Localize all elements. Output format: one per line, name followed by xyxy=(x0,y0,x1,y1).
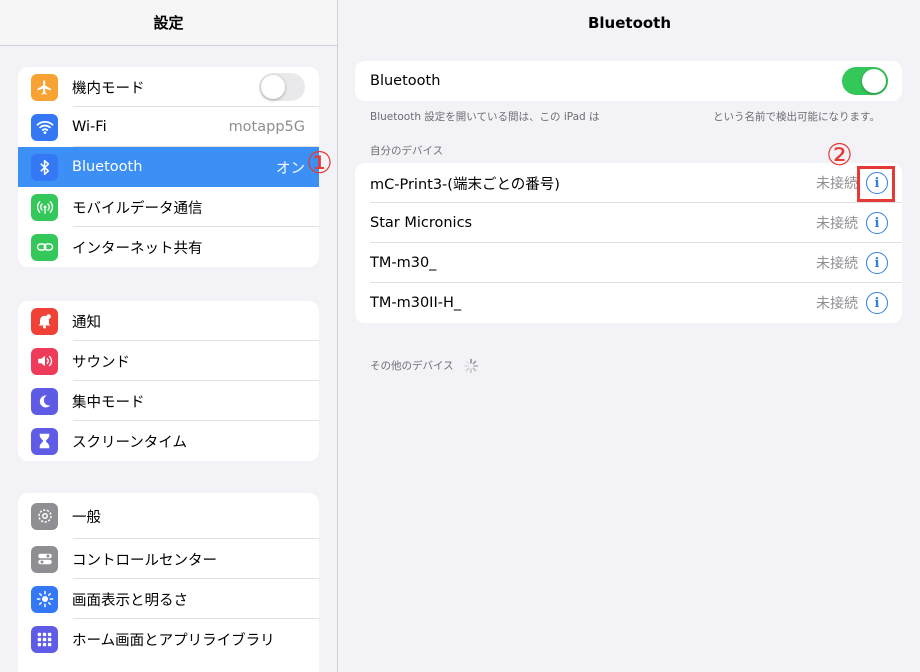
sidebar-item-label: スクリーンタイム xyxy=(72,434,187,451)
moon-icon xyxy=(31,387,58,415)
bluetooth-toggle[interactable] xyxy=(842,67,888,95)
bluetooth-toggle-row: Bluetooth xyxy=(355,61,902,101)
device-row[interactable]: TM-m30II-H_ 未接続 i xyxy=(355,283,902,323)
sidebar-item-label: 一般 xyxy=(72,509,101,526)
device-status: 未接続 xyxy=(816,296,858,312)
switches-icon xyxy=(31,545,58,573)
gear-icon xyxy=(31,502,58,530)
device-name: mC-Print3-(端末ごとの番号) xyxy=(370,176,560,193)
sidebar-item-wifi[interactable]: Wi-Fi motapp5G xyxy=(18,107,319,147)
my-devices-list: mC-Print3-(端末ごとの番号) 未接続 i Star Micronics… xyxy=(355,163,902,323)
sidebar-item-sounds[interactable]: サウンド xyxy=(18,341,319,381)
grid-icon xyxy=(31,625,58,653)
device-name: Star Micronics xyxy=(370,215,473,231)
wifi-network-name: motapp5G xyxy=(228,119,305,135)
device-status: 未接続 xyxy=(816,256,858,272)
sidebar-item-personal-hotspot[interactable]: インターネット共有 xyxy=(18,227,319,267)
cellular-icon xyxy=(31,193,58,221)
airplane-mode-toggle[interactable] xyxy=(259,73,305,101)
sidebar-item-airplane-mode[interactable]: 機内モード xyxy=(18,67,319,107)
info-icon[interactable]: i xyxy=(866,212,888,234)
sidebar-group-notifications: 通知 サウンド 集中モード スクリーンタイム xyxy=(18,301,319,461)
sidebar-item-control-center[interactable]: コントロールセンター xyxy=(18,539,319,579)
sidebar-item-cellular[interactable]: モバイルデータ通信 xyxy=(18,187,319,227)
device-status: 未接続 xyxy=(816,216,858,232)
sidebar-group-connectivity: 機内モード Wi-Fi motapp5G Bluetooth オン モバイルデー… xyxy=(18,67,319,267)
info-icon[interactable]: i xyxy=(866,252,888,274)
device-row[interactable]: mC-Print3-(端末ごとの番号) 未接続 i xyxy=(355,163,902,203)
sidebar-item-label: モバイルデータ通信 xyxy=(72,200,203,217)
annotation-highlight-box xyxy=(857,166,895,202)
sidebar-group-general: 一般 コントロールセンター 画面表示と明るさ ホーム画面とアプリライブラリ xyxy=(18,493,319,672)
sun-icon xyxy=(31,585,58,613)
bell-icon xyxy=(31,307,58,335)
loading-spinner-icon xyxy=(463,358,479,374)
sidebar-item-label: 通知 xyxy=(72,314,101,331)
sidebar-item-label: 集中モード xyxy=(72,394,145,411)
sidebar-item-screen-time[interactable]: スクリーンタイム xyxy=(18,421,319,461)
sidebar-item-label: サウンド xyxy=(72,354,130,371)
info-icon[interactable]: i xyxy=(866,292,888,314)
sidebar-item-label: インターネット共有 xyxy=(72,240,203,257)
page-title: Bluetooth xyxy=(587,14,672,32)
device-name: TM-m30_ xyxy=(370,255,437,271)
device-status: 未接続 xyxy=(816,176,858,192)
settings-sidebar: 設定 機内モード Wi-Fi motapp5G Bluetooth オン モバイ… xyxy=(0,0,338,672)
hourglass-icon xyxy=(31,427,58,455)
bluetooth-status: オン xyxy=(276,160,305,177)
sidebar-item-home-screen[interactable]: ホーム画面とアプリライブラリ xyxy=(18,619,319,659)
sidebar-item-focus[interactable]: 集中モード xyxy=(18,381,319,421)
wifi-icon xyxy=(31,113,58,141)
sidebar-item-label: コントロールセンター xyxy=(72,552,217,569)
device-row[interactable]: Star Micronics 未接続 i xyxy=(355,203,902,243)
sidebar-item-label: 機内モード xyxy=(72,80,145,97)
annotation-number-one: ① xyxy=(306,146,333,181)
sidebar-item-notifications[interactable]: 通知 xyxy=(18,301,319,341)
other-devices-header: その他のデバイス xyxy=(370,358,479,374)
bluetooth-icon xyxy=(31,153,58,181)
sidebar-title: 設定 xyxy=(0,0,337,46)
bluetooth-detail-pane: Bluetooth Bluetooth Bluetooth 設定を開いている間は… xyxy=(339,0,920,672)
hotspot-icon xyxy=(31,233,58,261)
other-devices-label: その他のデバイス xyxy=(370,360,454,372)
device-name: TM-m30II-H_ xyxy=(370,295,462,311)
sidebar-item-bluetooth[interactable]: Bluetooth オン xyxy=(18,147,319,187)
sidebar-item-general[interactable]: 一般 xyxy=(18,493,319,539)
discoverable-note-right: という名前で検出可能になります。 xyxy=(713,111,880,123)
airplane-icon xyxy=(31,73,58,101)
sidebar-item-display-brightness[interactable]: 画面表示と明るさ xyxy=(18,579,319,619)
bluetooth-toggle-card: Bluetooth xyxy=(355,61,902,101)
speaker-icon xyxy=(31,347,58,375)
annotation-number-two: ② xyxy=(826,138,853,173)
device-row[interactable]: TM-m30_ 未接続 i xyxy=(355,243,902,283)
sidebar-item-label: ホーム画面とアプリライブラリ xyxy=(72,632,275,649)
sidebar-item-label: Wi-Fi xyxy=(72,119,107,135)
sidebar-item-label: Bluetooth xyxy=(72,159,143,175)
my-devices-header: 自分のデバイス xyxy=(370,145,444,157)
discoverable-note-left: Bluetooth 設定を開いている間は、この iPad は xyxy=(370,111,600,123)
bluetooth-toggle-label: Bluetooth xyxy=(370,73,441,89)
sidebar-item-label: 画面表示と明るさ xyxy=(72,592,188,609)
